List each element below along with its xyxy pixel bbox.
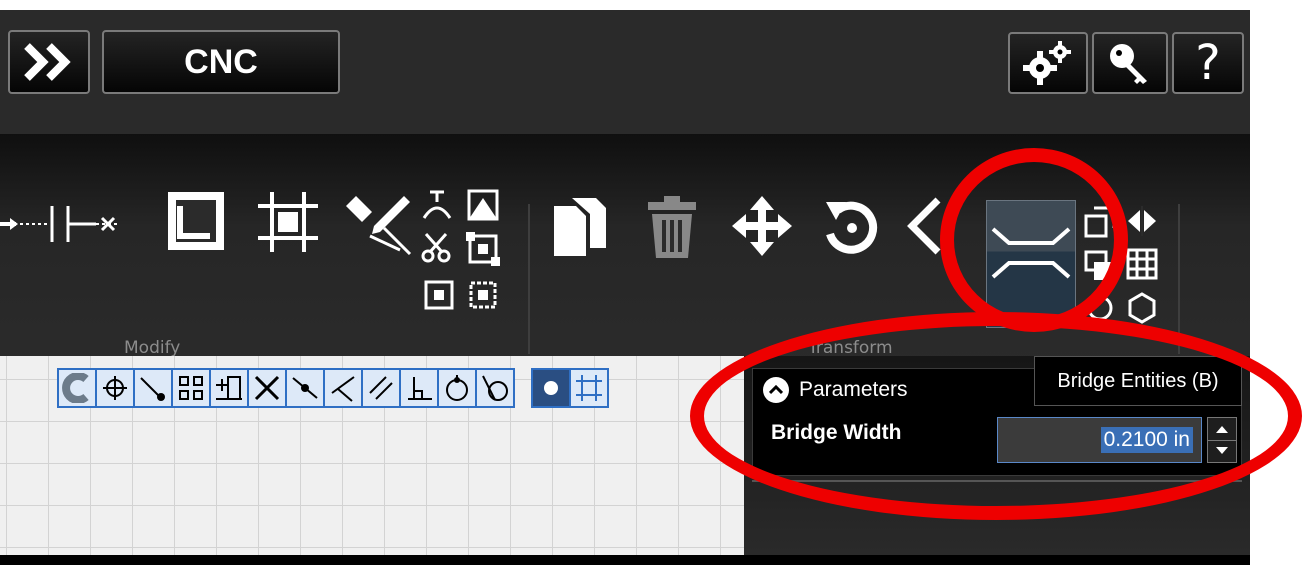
node-icon[interactable] xyxy=(466,232,500,266)
snap-angle-button[interactable] xyxy=(323,368,363,408)
gears-icon xyxy=(1023,41,1071,85)
edit-icon[interactable] xyxy=(344,188,414,258)
scissors-icon[interactable] xyxy=(420,230,454,264)
annotation-circle-parameters xyxy=(690,312,1302,520)
join-icon[interactable] xyxy=(466,188,500,222)
snap-toolbar xyxy=(57,368,609,408)
delete-icon[interactable] xyxy=(648,196,696,258)
snap-gridline-button[interactable] xyxy=(569,368,609,408)
snap-endpoint-button[interactable] xyxy=(133,368,173,408)
snap-dimension-button[interactable] xyxy=(209,368,249,408)
rotate-icon[interactable] xyxy=(822,198,878,254)
dimension-icon xyxy=(216,376,242,400)
snap-grid-button[interactable] xyxy=(171,368,211,408)
move-icon[interactable] xyxy=(732,196,792,256)
magnet-icon xyxy=(62,373,89,403)
snap-quadrant-button[interactable] xyxy=(437,368,477,408)
snap-midpoint-button[interactable] xyxy=(285,368,325,408)
snap-perpendicular-button[interactable] xyxy=(399,368,439,408)
grid-icon xyxy=(576,375,602,401)
snap-center-button[interactable] xyxy=(95,368,135,408)
corner-icon[interactable] xyxy=(258,192,318,252)
annotation-circle-tool xyxy=(940,148,1128,332)
flip-icon[interactable] xyxy=(1126,206,1158,236)
help-label: ? xyxy=(1195,35,1221,91)
top-bar: CNC ? xyxy=(0,10,1250,134)
polygon-icon[interactable] xyxy=(1126,292,1158,324)
midpoint-icon xyxy=(292,377,318,399)
intersection-icon xyxy=(254,375,280,401)
endpoint-icon xyxy=(140,377,165,401)
workspace-label: CNC xyxy=(184,42,258,81)
snap-spacer xyxy=(513,368,531,408)
snap-intersection-button[interactable] xyxy=(247,368,287,408)
modify-group-label: Modify xyxy=(124,338,181,358)
grid-snap-icon xyxy=(179,376,203,400)
snap-parallel-button[interactable] xyxy=(361,368,401,408)
ribbon-divider xyxy=(528,204,530,354)
fillet-icon[interactable] xyxy=(166,190,226,252)
snap-point-button[interactable] xyxy=(531,368,571,408)
tangent-icon xyxy=(482,375,508,401)
license-button[interactable] xyxy=(1092,32,1168,94)
key-icon xyxy=(1110,44,1147,84)
copy-icon[interactable] xyxy=(552,196,608,260)
grid-icon[interactable] xyxy=(1126,248,1158,280)
snap-tangent-button[interactable] xyxy=(475,368,515,408)
break-icon[interactable] xyxy=(420,188,454,222)
help-button[interactable]: ? xyxy=(1172,32,1244,94)
polygon-select-icon[interactable] xyxy=(468,280,498,310)
center-icon xyxy=(103,376,127,400)
parallel-icon xyxy=(369,376,393,400)
mirror-icon[interactable] xyxy=(904,196,944,258)
snap-magnet-button[interactable] xyxy=(57,368,97,408)
perpendicular-icon xyxy=(408,377,432,400)
trim-icon[interactable] xyxy=(62,194,124,254)
double-chevron-right-icon xyxy=(24,43,71,81)
expand-sidebar-button[interactable] xyxy=(8,30,90,94)
point-icon xyxy=(544,381,558,395)
quadrant-icon xyxy=(446,375,468,401)
extend-icon[interactable] xyxy=(0,194,58,254)
explode-icon[interactable] xyxy=(424,280,454,310)
workspace-button[interactable]: CNC xyxy=(102,30,340,94)
settings-button[interactable] xyxy=(1008,32,1088,94)
angle-icon xyxy=(331,376,355,402)
